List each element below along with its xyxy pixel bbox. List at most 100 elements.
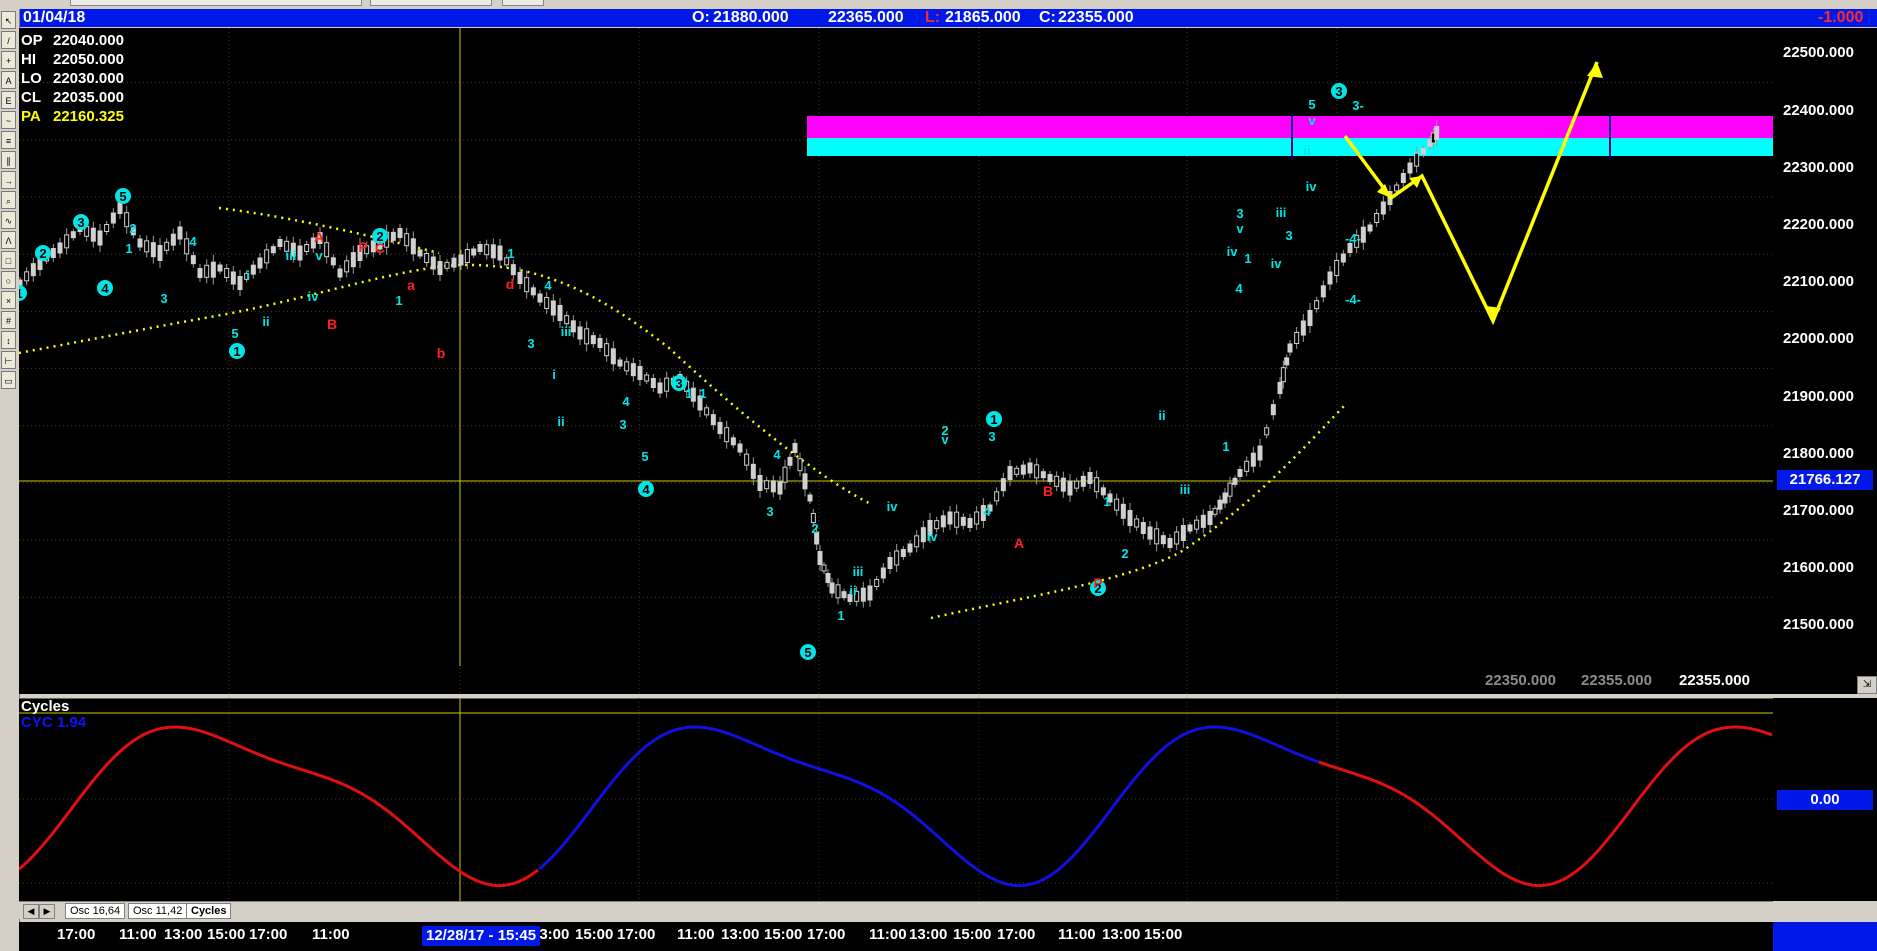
tab-cycles[interactable]: Cycles xyxy=(186,903,232,919)
svg-text:v: v xyxy=(315,248,323,263)
box-tool-icon[interactable]: □ xyxy=(1,251,16,269)
header-date: 01/04/18 xyxy=(23,9,86,26)
svg-text:1: 1 xyxy=(395,293,402,308)
svg-text:v: v xyxy=(1236,221,1244,236)
print-tool-icon[interactable]: ▭ xyxy=(1,371,16,389)
bottom-value-3: 22355.000 xyxy=(1679,672,1750,689)
time-tick-label: 11:00 xyxy=(677,926,715,943)
cross-tool-icon[interactable]: + xyxy=(1,51,16,69)
arrow-tool-icon[interactable]: → xyxy=(1,171,16,189)
time-tick-label: 17:00 xyxy=(807,926,846,943)
oval-tool-icon[interactable]: ○ xyxy=(1,271,16,289)
tab-osc-16-64[interactable]: Osc 16,64 xyxy=(65,903,126,919)
ruler-tool-icon[interactable]: ⊢ xyxy=(1,351,16,369)
svg-text:iv: iv xyxy=(1227,244,1239,259)
time-tick-label: 17:00 xyxy=(57,926,96,943)
oscillator-axis: 0.00 xyxy=(1773,698,1877,901)
svg-text:iii: iii xyxy=(853,564,864,579)
svg-text:1: 1 xyxy=(233,344,240,359)
svg-text:P: P xyxy=(358,239,367,255)
svg-text:3: 3 xyxy=(1335,84,1342,99)
price-tick-label: 22400.000 xyxy=(1783,101,1854,119)
window-tab[interactable] xyxy=(70,0,362,6)
text-tool-icon[interactable]: A xyxy=(1,71,16,89)
channel-tool-icon[interactable]: ∥ xyxy=(1,151,16,169)
header-high: 22365.000 xyxy=(828,9,904,26)
header-open-label: O: xyxy=(692,9,710,26)
time-tick-label: 15:00 xyxy=(764,926,803,943)
cursor-time-label: 12/28/17 - 15:45 xyxy=(422,926,541,946)
time-tick-label: 13:00 xyxy=(721,926,760,943)
cycles-oscillator-panel[interactable]: Cycles CYC 1.94 xyxy=(19,698,1773,901)
delete-tool-icon[interactable]: × xyxy=(1,291,16,309)
tab-nav-left-icon[interactable]: ◀ xyxy=(23,904,39,919)
time-axis[interactable]: 17:0011:0013:0015:0017:0011:00011:0013:0… xyxy=(19,922,1773,951)
svg-text:4: 4 xyxy=(622,394,630,409)
price-tick-label: 22000.000 xyxy=(1783,330,1854,348)
tab-nav-right-icon[interactable]: ▶ xyxy=(39,904,55,919)
svg-text:1: 1 xyxy=(1103,494,1110,509)
price-chart-panel[interactable]: 12345123451232134iiiiiiivv51134iiiiii345… xyxy=(19,28,1773,694)
cycle2-tool-icon[interactable]: ∿ xyxy=(1,211,16,229)
svg-text:v: v xyxy=(1308,113,1316,128)
wave-tool-icon[interactable]: Λ xyxy=(1,231,16,249)
grid-tool-icon[interactable]: # xyxy=(1,311,16,329)
svg-text:iv: iv xyxy=(1306,179,1318,194)
ohlc-op: OP 22040.000 xyxy=(21,32,124,49)
pointer-tool-icon[interactable]: ↖ xyxy=(1,11,16,29)
header-open: 21880.000 xyxy=(713,9,789,26)
svg-text:C: C xyxy=(375,240,385,256)
svg-text:b: b xyxy=(437,345,446,361)
scale-tool-icon[interactable]: ↕ xyxy=(1,331,16,349)
header-low-label: L: xyxy=(925,9,941,26)
window-tab[interactable] xyxy=(502,0,544,6)
window-tab[interactable] xyxy=(370,0,492,6)
time-tick-label: 15:00 xyxy=(575,926,614,943)
header-change: -1.000 xyxy=(1818,9,1864,26)
svg-text:5: 5 xyxy=(641,449,648,464)
window-top-strip xyxy=(0,0,1877,9)
time-tick-label: 15:00 xyxy=(207,926,246,943)
ohlc-lo: LO 22030.000 xyxy=(21,70,124,87)
svg-text:d: d xyxy=(506,276,515,292)
cycle-tool-icon[interactable]: ~ xyxy=(1,111,16,129)
price-tick-label: 21700.000 xyxy=(1783,501,1854,519)
indicator-tabs-bar: ◀ ▶ Osc 16,64 Osc 11,42 Cycles xyxy=(19,901,1773,919)
zoom-icon[interactable]: ⇲ xyxy=(1857,676,1877,694)
svg-text:5: 5 xyxy=(804,645,811,660)
svg-text:B: B xyxy=(1043,483,1053,499)
header-close-label: C: xyxy=(1039,9,1056,26)
tab-osc-11-42[interactable]: Osc 11,42 xyxy=(128,903,188,919)
svg-text:1: 1 xyxy=(685,386,692,401)
svg-text:3: 3 xyxy=(988,429,995,444)
price-tick-label: 22500.000 xyxy=(1783,44,1854,62)
svg-text:4: 4 xyxy=(983,504,991,519)
svg-text:iii: iii xyxy=(1276,205,1287,220)
svg-text:3-: 3- xyxy=(1352,98,1364,113)
price-tick-label: 22100.000 xyxy=(1783,273,1854,291)
svg-text:3: 3 xyxy=(675,376,682,391)
svg-text:5: 5 xyxy=(231,326,238,341)
price-axis[interactable]: 22500.000 22400.000 22300.000 22200.000 2210… xyxy=(1773,28,1877,694)
time-tick-label: 17:00 xyxy=(249,926,288,943)
time-tick-label: 13:00 xyxy=(164,926,203,943)
time-tick-label: 13:00 xyxy=(1102,926,1141,943)
svg-text:iii: iii xyxy=(1180,482,1191,497)
svg-text:ii: ii xyxy=(1303,143,1310,158)
cursor-price-label: 21766.127 xyxy=(1777,470,1873,490)
svg-text:ii: ii xyxy=(262,314,269,329)
zoom-tool-icon[interactable]: ⌕ xyxy=(1,191,16,209)
trendline-tool-icon[interactable]: / xyxy=(1,31,16,49)
fib-tool-icon[interactable]: ≡ xyxy=(1,131,16,149)
svg-text:a: a xyxy=(407,277,415,293)
ohlc-cl: CL 22035.000 xyxy=(21,89,124,106)
time-tick-label: 11:00 xyxy=(312,926,350,943)
time-tick-label: 11:00 xyxy=(119,926,157,943)
elliott-tool-icon[interactable]: E xyxy=(1,91,16,109)
svg-text:iv: iv xyxy=(308,289,320,304)
svg-text:3: 3 xyxy=(619,417,626,432)
svg-text:4: 4 xyxy=(189,234,197,249)
price-chart-svg: 12345123451232134iiiiiiivv51134iiiiii345… xyxy=(19,28,1773,694)
svg-text:1: 1 xyxy=(1222,439,1229,454)
svg-text:ii: ii xyxy=(557,414,564,429)
